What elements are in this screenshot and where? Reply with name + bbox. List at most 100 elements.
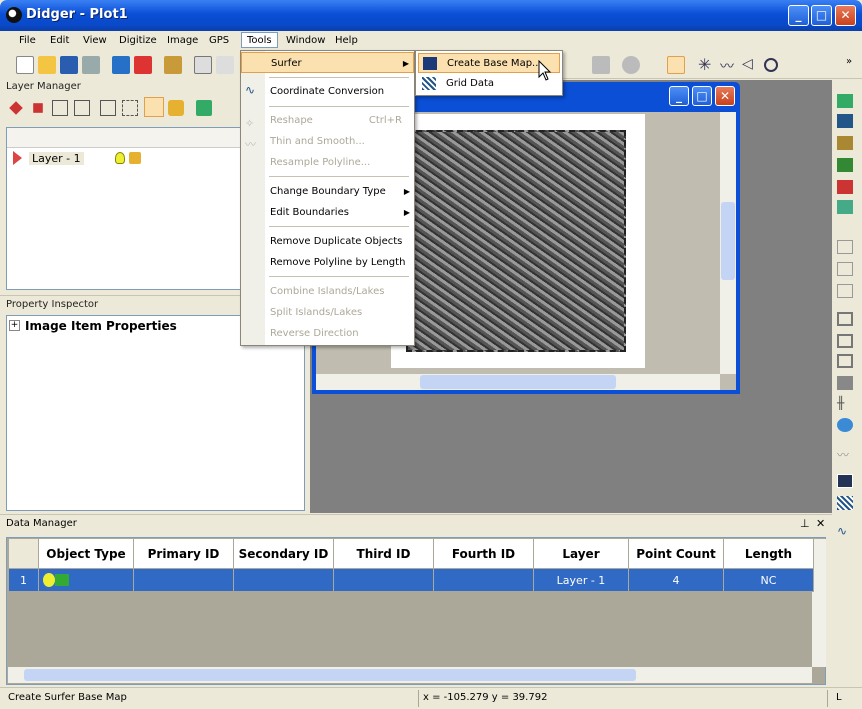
context-help-icon[interactable]: [216, 56, 234, 74]
pin-icon[interactable]: ⊥: [800, 517, 810, 530]
layer-cell[interactable]: Layer - 1: [533, 568, 629, 592]
third-id-cell[interactable]: [333, 568, 434, 592]
secondary-id-cell[interactable]: [233, 568, 334, 592]
menu-window[interactable]: Window: [281, 33, 330, 49]
menu-item-remove-duplicates[interactable]: Remove Duplicate Objects: [241, 231, 414, 252]
col-fourth-id[interactable]: Fourth ID: [433, 538, 534, 569]
horizontal-scroll-thumb[interactable]: [420, 375, 616, 389]
rt-surfer-basemap-icon[interactable]: [837, 474, 853, 488]
menu-item-change-boundary[interactable]: Change Boundary Type ▶: [241, 181, 414, 202]
menu-edit[interactable]: Edit: [45, 33, 74, 49]
menu-item-remove-polyline[interactable]: Remove Polyline by Length: [241, 252, 414, 273]
vertical-scroll-thumb[interactable]: [721, 202, 735, 280]
magnet-icon[interactable]: [134, 56, 152, 74]
menu-item-coordinate-conversion[interactable]: ∿ Coordinate Conversion: [241, 81, 414, 102]
rt-boundary4-icon[interactable]: [837, 376, 853, 390]
rt-tool-1-icon[interactable]: [837, 94, 853, 108]
polygon-tool-icon[interactable]: ◁: [742, 56, 760, 74]
polyline-tool-icon[interactable]: 〰: [720, 56, 738, 75]
menu-digitize[interactable]: Digitize: [114, 33, 162, 49]
fourth-id-cell[interactable]: [433, 568, 534, 592]
toolbar-button-icon[interactable]: [592, 56, 610, 74]
rt-boundary-icon[interactable]: [837, 312, 853, 326]
lock-icon[interactable]: [168, 100, 184, 116]
menu-item-surfer[interactable]: Surfer ▶: [241, 52, 414, 73]
satellite-image[interactable]: [406, 130, 626, 352]
col-point-count[interactable]: Point Count: [628, 538, 724, 569]
rt-coord-icon[interactable]: ∿: [837, 524, 853, 538]
rt-tool-2-icon[interactable]: [837, 114, 853, 128]
menu-item-edit-boundaries[interactable]: Edit Boundaries ▶: [241, 202, 414, 223]
col-primary-id[interactable]: Primary ID: [133, 538, 234, 569]
select-tool-icon[interactable]: [667, 56, 685, 74]
rt-tool-4-icon[interactable]: [837, 158, 853, 172]
layer-lock-icon[interactable]: [129, 152, 141, 164]
layer-name[interactable]: Layer - 1: [29, 152, 84, 165]
toolbar-overflow-icon[interactable]: »: [846, 56, 862, 74]
help-icon[interactable]: [194, 56, 212, 74]
horizontal-scrollbar[interactable]: [316, 374, 720, 390]
layer-up-icon[interactable]: [52, 100, 68, 116]
menu-tools[interactable]: Tools: [241, 32, 278, 48]
print-icon[interactable]: [82, 56, 100, 74]
grid-vertical-scrollbar[interactable]: [812, 539, 826, 667]
new-icon[interactable]: [16, 56, 34, 74]
layer-select-icon[interactable]: [122, 100, 138, 116]
menu-image[interactable]: Image: [162, 33, 203, 49]
plot-maximize-button[interactable]: □: [692, 86, 712, 106]
rt-reshape-icon[interactable]: [837, 240, 853, 254]
row-number[interactable]: 1: [8, 568, 39, 592]
save-icon[interactable]: [60, 56, 78, 74]
primary-id-cell[interactable]: [133, 568, 234, 592]
calibrate-icon[interactable]: [164, 56, 182, 74]
point-count-cell[interactable]: 4: [628, 568, 724, 592]
rt-split-icon[interactable]: ╫: [837, 396, 853, 410]
rt-globe-icon[interactable]: [837, 418, 853, 432]
layer-tree[interactable]: Layer - 1: [6, 127, 242, 290]
rt-grid-data-icon[interactable]: [837, 496, 853, 510]
length-cell[interactable]: NC: [723, 568, 814, 592]
circle-tool-icon[interactable]: [764, 58, 778, 72]
plot-minimize-button[interactable]: _: [669, 86, 689, 106]
layer-down-icon[interactable]: [74, 100, 90, 116]
vertical-scrollbar[interactable]: [720, 112, 736, 374]
col-secondary-id[interactable]: Secondary ID: [233, 538, 334, 569]
visibility-bulb-icon[interactable]: [144, 97, 164, 117]
rt-smooth-icon[interactable]: 〰: [837, 446, 853, 462]
menu-view[interactable]: View: [78, 33, 112, 49]
menu-help[interactable]: Help: [330, 33, 363, 49]
expand-icon[interactable]: +: [9, 320, 20, 331]
grid-horizontal-scrollbar[interactable]: [8, 667, 812, 683]
close-button[interactable]: ✕: [835, 5, 856, 26]
col-length[interactable]: Length: [723, 538, 814, 569]
minimize-button[interactable]: _: [788, 5, 809, 26]
plot-close-button[interactable]: ✕: [715, 86, 735, 106]
table-row[interactable]: 1 Layer - 1 4 NC: [8, 568, 814, 592]
layer-properties-icon[interactable]: [100, 100, 116, 116]
rt-boundary2-icon[interactable]: [837, 334, 853, 348]
open-icon[interactable]: [38, 56, 56, 74]
rt-resample-icon[interactable]: [837, 284, 853, 298]
grid-h-scroll-thumb[interactable]: [24, 669, 636, 681]
maximize-button[interactable]: □: [811, 5, 832, 26]
add-layer-icon[interactable]: [9, 101, 23, 115]
window-title: Didger - Plot1: [26, 7, 128, 22]
menu-file[interactable]: File: [14, 33, 41, 49]
menu-gps[interactable]: GPS: [204, 33, 234, 49]
rt-tool-6-icon[interactable]: [837, 200, 853, 214]
record-icon[interactable]: [622, 56, 640, 74]
rt-tool-5-icon[interactable]: [837, 180, 853, 194]
point-tool-icon[interactable]: ✳: [698, 56, 716, 74]
delete-layer-icon[interactable]: [33, 103, 43, 113]
layer-extra-icon[interactable]: [196, 100, 212, 116]
col-object-type[interactable]: Object Type: [38, 538, 134, 569]
rt-thin-icon[interactable]: [837, 262, 853, 276]
import-icon[interactable]: [112, 56, 130, 74]
data-manager-close-icon[interactable]: ✕: [816, 517, 825, 530]
rt-tool-3-icon[interactable]: [837, 136, 853, 150]
layer-visible-bulb-icon[interactable]: [115, 152, 125, 164]
rt-boundary3-icon[interactable]: [837, 354, 853, 368]
object-type-cell[interactable]: [38, 568, 134, 592]
col-third-id[interactable]: Third ID: [333, 538, 434, 569]
col-layer[interactable]: Layer: [533, 538, 629, 569]
